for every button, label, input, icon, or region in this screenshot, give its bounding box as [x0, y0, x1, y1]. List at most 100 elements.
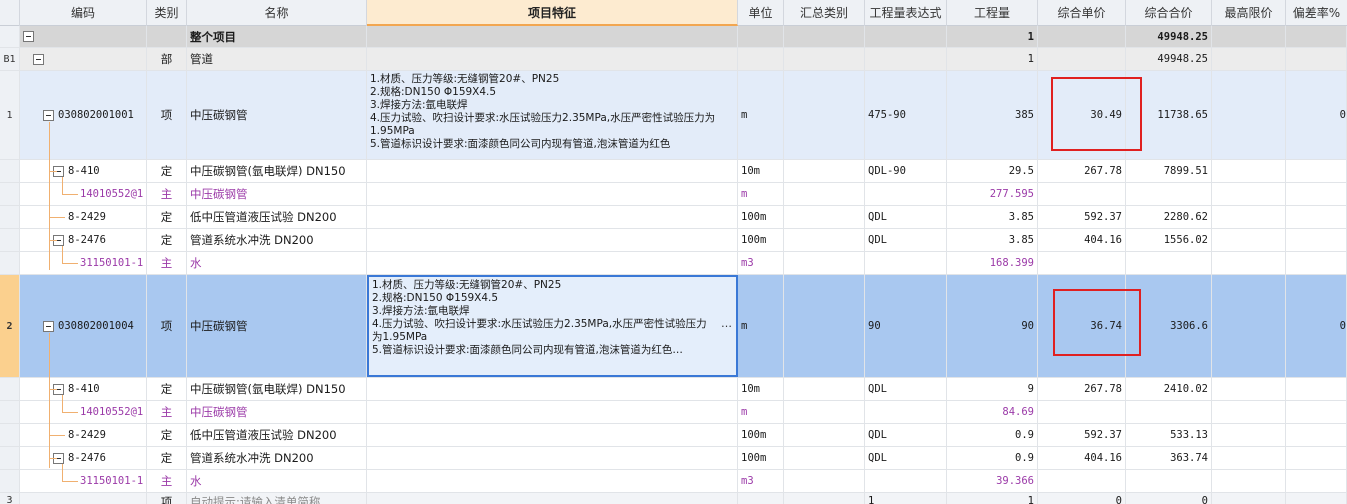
- header-qty[interactable]: 工程量: [947, 0, 1038, 26]
- table-row-item[interactable]: 3 项 自动提示:请输入清单简称 1 1 0 0: [0, 493, 1347, 504]
- feature-line: 2.规格:DN150 Φ159X4.5: [372, 292, 499, 304]
- code-cell: [20, 26, 147, 47]
- qty-expr-cell[interactable]: 90: [865, 275, 947, 377]
- qty-expr-cell[interactable]: QDL-90: [865, 160, 947, 182]
- name-cell[interactable]: 中压碳钢管: [187, 275, 367, 377]
- max-limit-cell: [1212, 493, 1286, 504]
- deviation-cell: [1286, 160, 1347, 182]
- qty-expr-cell[interactable]: QDL: [865, 229, 947, 251]
- name-cell: 管道系统水冲洗 DN200: [187, 447, 367, 469]
- header-unit-price[interactable]: 综合单价: [1038, 0, 1126, 26]
- total-price-cell: [1126, 252, 1212, 274]
- table-row-item[interactable]: 1 030802001001 项 中压碳钢管 1.材质、压力等级:无缝钢管20#…: [0, 71, 1347, 160]
- total-price-cell: [1126, 470, 1212, 492]
- max-limit-cell: [1212, 183, 1286, 205]
- table-row-quota[interactable]: 8-410 定 中压碳钢管(氩电联焊) DN150 10m QDL 9 267.…: [0, 378, 1347, 401]
- feature-cell[interactable]: 1.材质、压力等级:无缝钢管20#、PN25 2.规格:DN150 Φ159X4…: [367, 71, 738, 159]
- qty-cell: 0.9: [947, 424, 1038, 446]
- qty-expr-cell[interactable]: QDL: [865, 447, 947, 469]
- feature-cell: [367, 470, 738, 492]
- table-row-material[interactable]: 14010552@1 主 中压碳钢管 m 84.69: [0, 401, 1347, 424]
- feature-cell: [367, 48, 738, 70]
- tree-line: [62, 177, 63, 194]
- collapse-icon[interactable]: [23, 31, 34, 42]
- deviation-cell: [1286, 183, 1347, 205]
- expand-ellipsis-button[interactable]: …: [721, 317, 732, 330]
- code-cell: 14010552@1: [20, 183, 147, 205]
- tree-line: [62, 464, 63, 481]
- name-cell: 中压碳钢管(氩电联焊) DN150: [187, 160, 367, 182]
- unit-price-cell: 592.37: [1038, 206, 1126, 228]
- type-cell: 项: [147, 493, 187, 504]
- total-price-cell: 49948.25: [1126, 48, 1212, 70]
- header-name[interactable]: 名称: [187, 0, 367, 26]
- code-cell: 030802001001: [20, 71, 147, 159]
- qty-expr-cell: [865, 183, 947, 205]
- table-row-quota[interactable]: 8-410 定 中压碳钢管(氩电联焊) DN150 10m QDL-90 29.…: [0, 160, 1347, 183]
- unit-price-cell: 404.16: [1038, 447, 1126, 469]
- collapse-icon[interactable]: [43, 109, 54, 121]
- name-cell: 水: [187, 252, 367, 274]
- collapse-icon[interactable]: [43, 320, 54, 332]
- tree-line: [49, 389, 57, 390]
- feature-cell-focused[interactable]: 1.材质、压力等级:无缝钢管20#、PN25 2.规格:DN150 Φ159X4…: [367, 275, 738, 377]
- qty-expr-cell[interactable]: QDL: [865, 206, 947, 228]
- deviation-cell: 0: [1286, 275, 1347, 377]
- code-cell: [20, 493, 147, 504]
- header-code[interactable]: 编码: [20, 0, 147, 26]
- unit-price-cell: 404.16: [1038, 229, 1126, 251]
- table-row-material[interactable]: 31150101-1 主 水 m3 168.399: [0, 252, 1347, 275]
- unit-cell: m: [738, 71, 784, 159]
- deviation-cell: [1286, 48, 1347, 70]
- header-summary-type[interactable]: 汇总类别: [784, 0, 865, 26]
- max-limit-cell: [1212, 71, 1286, 159]
- tree-line: [62, 395, 63, 412]
- tree-line: [49, 435, 65, 436]
- header-unit[interactable]: 单位: [738, 0, 784, 26]
- qty-expr-cell[interactable]: QDL: [865, 424, 947, 446]
- table-row-section[interactable]: B1 部 管道 1 49948.25: [0, 48, 1347, 71]
- table-row-item-selected[interactable]: 2 030802001004 项 中压碳钢管 1.材质、压力等级:无缝钢管20#…: [0, 275, 1347, 378]
- unit-price-cell: 0: [1038, 493, 1126, 504]
- feature-line: 4.压力试验、吹扫设计要求:水压试验压力2.35MPa,水压严密性试验压力为1.…: [372, 318, 707, 343]
- table-row-quota[interactable]: 8-2476 定 管道系统水冲洗 DN200 100m QDL 0.9 404.…: [0, 447, 1347, 470]
- code-text: 030802001004: [58, 320, 134, 332]
- table-row-total[interactable]: 整个项目 1 49948.25: [0, 26, 1347, 48]
- code-cell: 8-410: [20, 160, 147, 182]
- table-row-quota[interactable]: 8-2429 定 低中压管道液压试验 DN200 100m QDL 3.85 5…: [0, 206, 1347, 229]
- unit-price-cell: [1038, 470, 1126, 492]
- name-cell: 低中压管道液压试验 DN200: [187, 206, 367, 228]
- table-row-material[interactable]: 14010552@1 主 中压碳钢管 m 277.595: [0, 183, 1347, 206]
- header-total-price[interactable]: 综合合价: [1126, 0, 1212, 26]
- header-feature[interactable]: 项目特征: [367, 0, 738, 26]
- code-cell: [20, 48, 147, 70]
- qty-expr-cell: [865, 252, 947, 274]
- qty-expr-cell[interactable]: 475-90: [865, 71, 947, 159]
- feature-line: 5.管道标识设计要求:面漆颜色同公司内现有管道,泡沫管道为红色…: [372, 344, 683, 356]
- feature-cell: [367, 493, 738, 504]
- code-text: 8-2476: [68, 452, 106, 464]
- header-max-limit[interactable]: 最高限价: [1212, 0, 1286, 26]
- collapse-icon[interactable]: [33, 53, 44, 65]
- unit-cell: 100m: [738, 424, 784, 446]
- feature-cell: [367, 206, 738, 228]
- qty-cell: 1: [947, 493, 1038, 504]
- unit-price-cell: 267.78: [1038, 160, 1126, 182]
- table-row-quota[interactable]: 8-2429 定 低中压管道液压试验 DN200 100m QDL 0.9 59…: [0, 424, 1347, 447]
- total-price-cell: 363.74: [1126, 447, 1212, 469]
- name-cell: 中压碳钢管(氩电联焊) DN150: [187, 378, 367, 400]
- row-number: [0, 183, 20, 205]
- unit-cell: m3: [738, 470, 784, 492]
- header-qty-expr[interactable]: 工程量表达式: [865, 0, 947, 26]
- header-type[interactable]: 类别: [147, 0, 187, 26]
- max-limit-cell: [1212, 378, 1286, 400]
- table-row-quota[interactable]: 8-2476 定 管道系统水冲洗 DN200 100m QDL 3.85 404…: [0, 229, 1347, 252]
- qty-cell: 1: [947, 48, 1038, 70]
- qty-expr-cell[interactable]: 1: [865, 493, 947, 504]
- qty-expr-cell[interactable]: QDL: [865, 378, 947, 400]
- name-cell[interactable]: 自动提示:请输入清单简称: [187, 493, 367, 504]
- name-cell[interactable]: 中压碳钢管: [187, 71, 367, 159]
- table-row-material[interactable]: 31150101-1 主 水 m3 39.366: [0, 470, 1347, 493]
- max-limit-cell: [1212, 470, 1286, 492]
- header-deviation[interactable]: 偏差率%: [1286, 0, 1347, 26]
